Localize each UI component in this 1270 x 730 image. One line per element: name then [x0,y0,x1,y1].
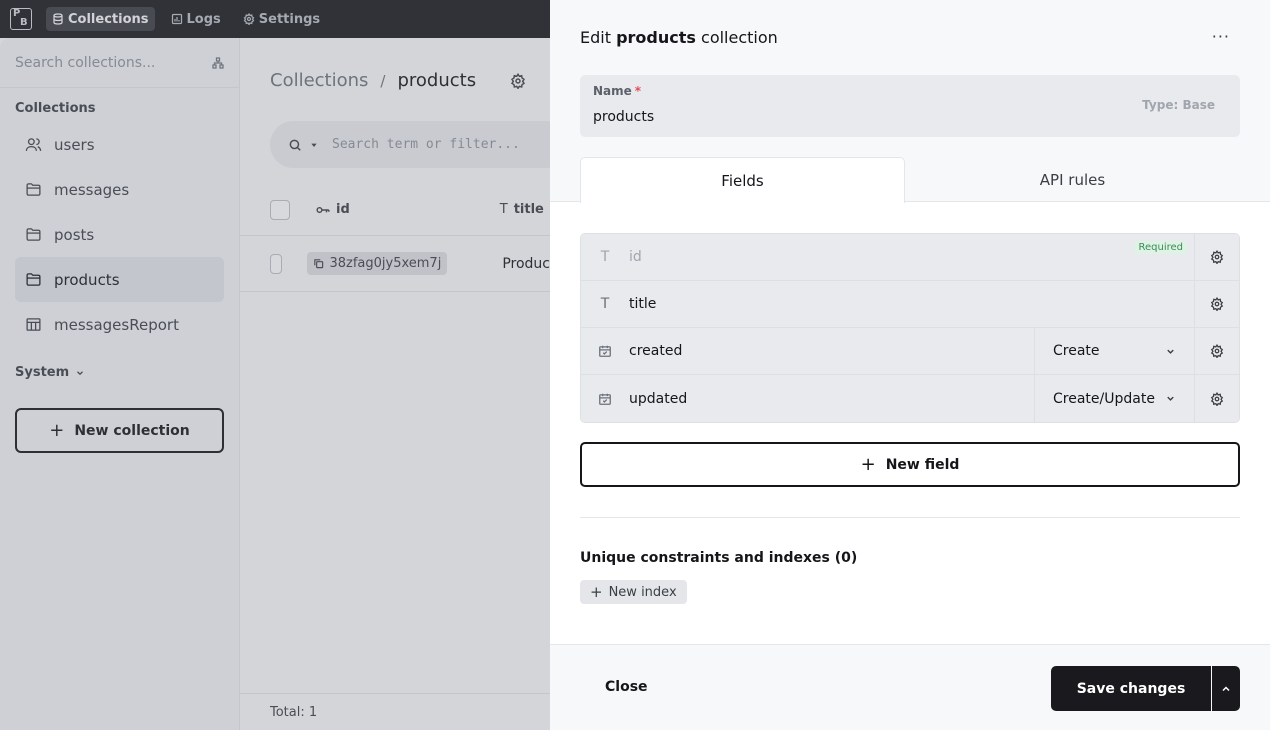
field-settings-button[interactable] [1194,280,1239,328]
gear-icon [1210,344,1224,358]
field-row-id[interactable]: T id Required [581,234,1239,281]
tab-api-rules[interactable]: API rules [905,157,1240,203]
panel-title: Edit products collection [580,28,778,47]
gear-icon [1210,250,1224,264]
name-field[interactable]: Name * products Type: Base [580,75,1240,137]
field-name[interactable]: updated [629,391,1034,407]
required-mark: * [634,84,642,98]
name-field-label: Name * [593,84,641,98]
field-settings-button[interactable] [1194,234,1239,281]
field-settings-button[interactable] [1194,375,1239,422]
field-select-value: Create/Update [1053,390,1155,407]
calendar-icon [581,344,629,358]
text-icon: T [600,296,610,312]
field-name[interactable]: title [629,296,1194,312]
required-badge: Required [1134,241,1187,254]
collection-type-label: Type: Base [1142,98,1215,112]
new-field-label: New field [885,456,960,473]
name-input[interactable]: products [593,109,654,125]
field-settings-button[interactable] [1194,327,1239,375]
field-name[interactable]: id [629,249,1194,265]
panel-header: Edit products collection ··· Name * produ… [550,0,1270,203]
new-field-button[interactable]: + New field [580,442,1240,487]
chevron-down-icon [1167,396,1174,401]
name-label-text: Name [593,84,632,98]
save-options-button[interactable] [1212,666,1240,711]
field-autodate-select[interactable]: Create [1034,327,1194,375]
field-row-updated[interactable]: updated Create/Update [581,375,1239,422]
indexes-title: Unique constraints and indexes (0) [580,550,858,566]
gear-icon [1210,391,1224,406]
panel-title-name: products [616,28,696,47]
panel-title-prefix: Edit [580,28,611,47]
close-button[interactable]: Close [605,679,648,695]
field-row-created[interactable]: created Create [581,327,1239,375]
panel-footer: Close Save changes [550,644,1270,730]
new-index-button[interactable]: + New index [580,580,687,604]
new-index-label: New index [608,584,677,600]
edit-collection-panel: Edit products collection ··· Name * produ… [550,0,1270,730]
modal-overlay[interactable] [0,0,550,730]
text-icon: T [600,249,610,265]
gear-icon [1210,297,1224,311]
more-options-icon[interactable]: ··· [1212,27,1230,46]
tab-fields[interactable]: Fields [580,157,905,203]
field-name[interactable]: created [629,343,1034,359]
plus-icon: + [590,583,603,601]
panel-title-suffix: collection [701,28,778,47]
save-changes-button[interactable]: Save changes [1051,666,1211,711]
chevron-down-icon [1167,349,1174,354]
plus-icon: + [860,454,876,475]
chevron-up-icon [1222,685,1230,691]
calendar-icon [581,392,629,406]
field-select-value: Create [1053,343,1100,359]
field-autodate-select[interactable]: Create/Update [1034,375,1194,422]
divider [580,517,1240,518]
fields-list: T id Required T title created Create upd… [580,233,1240,423]
field-row-title[interactable]: T title [581,280,1239,328]
